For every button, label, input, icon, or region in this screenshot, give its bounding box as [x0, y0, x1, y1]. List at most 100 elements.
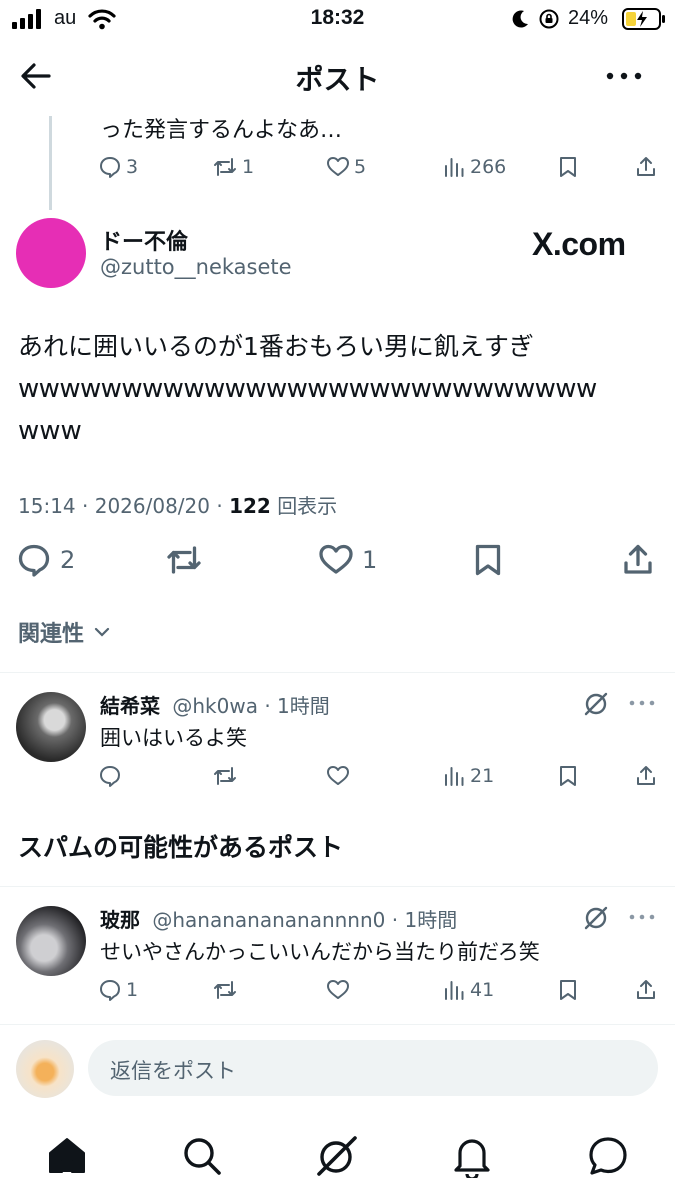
spam-reply-repost-button[interactable]	[212, 978, 238, 1002]
reply-composer-input[interactable]: 返信をポスト	[88, 1040, 658, 1096]
status-bar: au 18:32 24%	[0, 0, 675, 40]
sort-dropdown[interactable]: 関連性	[18, 616, 112, 648]
repost-icon	[167, 546, 201, 574]
reply-icon	[100, 766, 120, 787]
nav-home[interactable]	[46, 1136, 88, 1176]
divider	[0, 672, 675, 673]
parent-bookmark-button[interactable]	[556, 155, 580, 179]
author-handle[interactable]: @zutto__nekasete	[100, 255, 292, 279]
reply-icon	[18, 544, 50, 577]
share-icon	[637, 157, 655, 176]
reply-header: 結希菜 @hk0wa · 1時間	[100, 694, 330, 718]
parent-reply-count: 3	[126, 156, 139, 178]
share-button[interactable]	[620, 542, 656, 578]
spam-reply-display-name[interactable]: 玻那	[100, 908, 140, 932]
parent-repost-count: 1	[242, 156, 255, 178]
spam-reply-handle[interactable]: @hanananananannnn0	[152, 908, 385, 932]
like-count: 1	[362, 546, 378, 574]
thread-line	[49, 116, 52, 210]
bookmark-icon	[475, 544, 501, 576]
x-com-watermark: X.com	[532, 226, 626, 262]
reply-text: 囲いはいるよ笑	[100, 726, 247, 750]
spam-section-title[interactable]: スパムの可能性があるポスト	[18, 828, 343, 864]
post-view-count[interactable]: 122	[229, 494, 271, 518]
bookmark-icon	[560, 766, 576, 786]
bookmark-icon	[560, 157, 576, 177]
like-button[interactable]: 1	[318, 542, 377, 578]
nav-notifications[interactable]	[452, 1134, 492, 1178]
heart-icon	[327, 980, 349, 999]
post-date: 2026/08/20	[94, 494, 210, 518]
views-icon	[445, 767, 464, 786]
post-text: あれに囲いいるのが1番おもろい男に飢えすぎ wwwwwwwwwwwwwwwwww…	[18, 326, 658, 452]
bottom-nav	[0, 1118, 675, 1200]
spam-reply-bookmark-button[interactable]	[556, 978, 580, 1002]
reply-avatar[interactable]	[16, 692, 86, 762]
spam-reply-reply-count: 1	[126, 979, 139, 1001]
nav-search[interactable]	[182, 1136, 222, 1176]
grok-button[interactable]	[582, 690, 610, 718]
reply-icon	[100, 157, 120, 178]
reply-views-button[interactable]: 21	[442, 764, 494, 788]
reply-more-button[interactable]	[628, 696, 656, 710]
author-avatar[interactable]	[16, 218, 86, 288]
spam-reply-views-button[interactable]: 41	[442, 978, 494, 1002]
reply-button[interactable]: 2	[16, 542, 75, 578]
spam-reply-text: せいやさんかっこいいんだから当たり前だろ笑	[100, 940, 540, 964]
home-icon	[49, 1138, 85, 1173]
reply-display-name[interactable]: 結希菜	[100, 694, 160, 718]
nav-grok[interactable]	[314, 1134, 360, 1178]
post-text-line-2: wwwwwwwwwwwwwwwwwwwwwwwwwwww	[18, 374, 597, 404]
more-icon	[606, 72, 642, 80]
grok-icon	[317, 1136, 357, 1176]
reply-like-button[interactable]	[326, 764, 350, 788]
reply-handle[interactable]: @hk0wa	[172, 694, 258, 718]
post-time: 15:14	[18, 494, 76, 518]
share-icon	[624, 544, 652, 574]
parent-repost-button[interactable]: 1	[212, 155, 254, 179]
spam-reply-reply-button[interactable]: 1	[98, 978, 138, 1002]
post-text-line-1: あれに囲いいるのが1番おもろい男に飢えすぎ	[18, 332, 534, 361]
spam-reply-header: 玻那 @hanananananannnn0 · 1時間	[100, 908, 458, 932]
reply-share-button[interactable]	[634, 764, 658, 788]
message-icon	[589, 1137, 627, 1175]
reply-bookmark-button[interactable]	[556, 764, 580, 788]
reply-icon	[100, 980, 120, 1001]
parent-like-count: 5	[354, 156, 367, 178]
own-avatar[interactable]	[16, 1040, 74, 1098]
battery-icon	[622, 8, 666, 30]
spam-reply-more-button[interactable]	[628, 910, 656, 924]
post-meta: 15:14 · 2026/08/20 · 122 回表示	[18, 494, 338, 518]
search-icon	[184, 1138, 221, 1175]
author-display-name[interactable]: ドー不倫	[100, 224, 188, 256]
page-title: ポスト	[295, 63, 380, 96]
repost-icon	[214, 158, 236, 176]
spam-reply-share-button[interactable]	[634, 978, 658, 1002]
heart-icon	[319, 544, 353, 574]
reply-reply-button[interactable]	[98, 764, 122, 788]
share-icon	[637, 766, 655, 785]
chevron-down-icon	[94, 627, 110, 637]
post-view-label: 回表示	[277, 494, 338, 518]
parent-views-button[interactable]: 266	[442, 155, 506, 179]
parent-share-button[interactable]	[634, 155, 658, 179]
nav-messages[interactable]	[586, 1134, 630, 1178]
reply-age: 1時間	[277, 694, 330, 718]
bookmark-button[interactable]	[470, 542, 506, 578]
grok-icon	[584, 906, 608, 930]
parent-view-count: 266	[470, 156, 507, 178]
spam-reply-avatar[interactable]	[16, 906, 86, 976]
bell-icon	[454, 1139, 490, 1178]
repost-button[interactable]	[164, 542, 204, 578]
share-icon	[637, 980, 655, 999]
parent-reply-button[interactable]: 3	[98, 155, 138, 179]
parent-like-button[interactable]: 5	[326, 155, 366, 179]
grok-button[interactable]	[582, 904, 610, 932]
views-icon	[445, 981, 464, 1000]
spam-reply-like-button[interactable]	[326, 978, 350, 1002]
more-options-button[interactable]	[604, 66, 644, 86]
heart-icon	[327, 157, 349, 176]
reply-repost-button[interactable]	[212, 764, 238, 788]
more-icon	[629, 700, 655, 706]
divider	[0, 886, 675, 887]
